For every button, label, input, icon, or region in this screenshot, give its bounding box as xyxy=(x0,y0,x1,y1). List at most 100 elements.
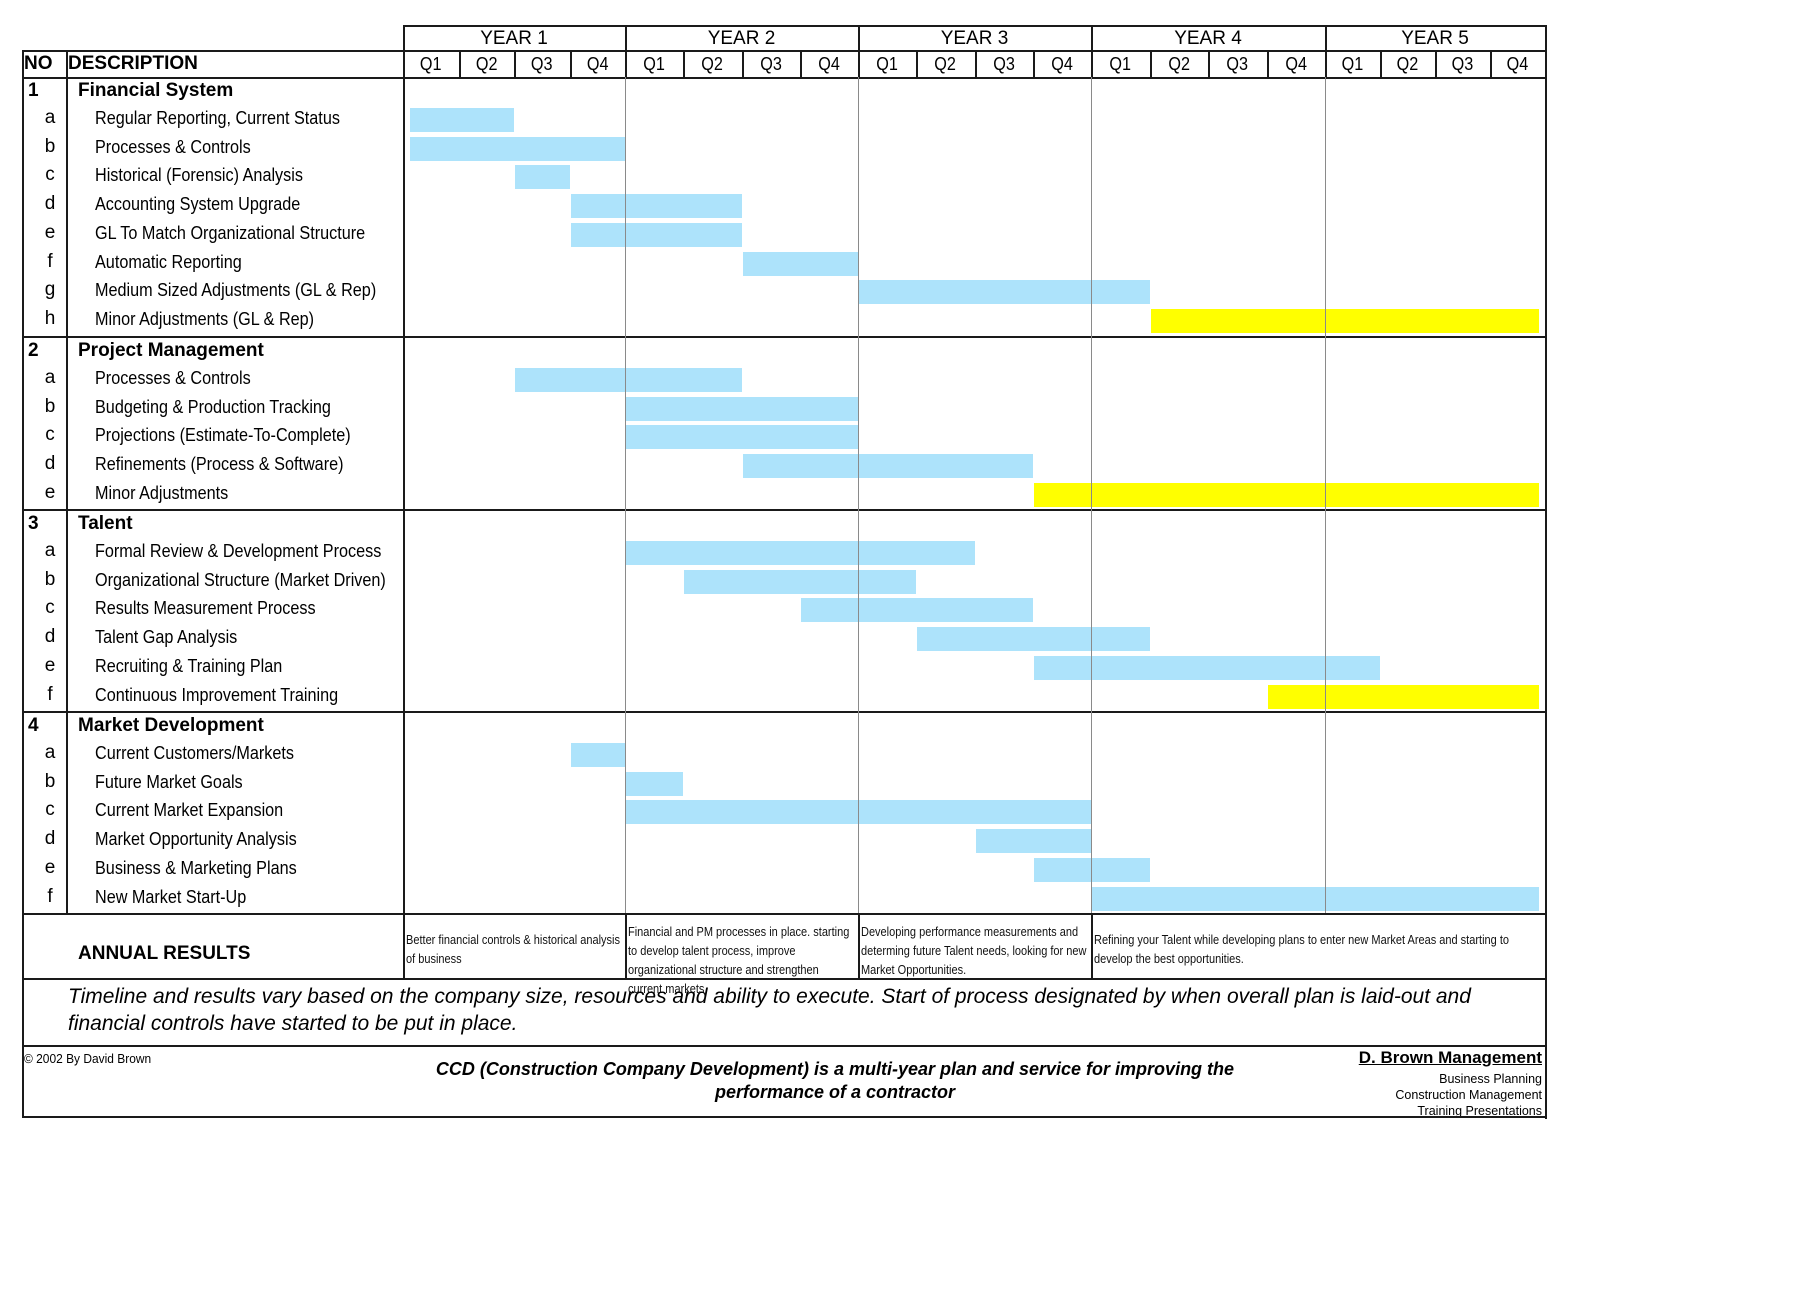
quarter-header: Q2 xyxy=(1167,54,1190,74)
year-header: YEAR 1 xyxy=(480,28,548,49)
quarter-header: Q1 xyxy=(643,54,665,74)
section-number: 4 xyxy=(28,715,39,736)
quarter-divider xyxy=(1032,50,1035,77)
quarter-divider xyxy=(974,50,977,77)
task-label: Current Customers/Markets xyxy=(95,743,294,763)
task-label: Medium Sized Adjustments (GL & Rep) xyxy=(95,280,377,301)
quarter-divider xyxy=(916,50,919,77)
task-label: Results Measurement Process xyxy=(95,598,316,619)
task-letter: h xyxy=(44,307,56,329)
task-label: Regular Reporting, Current Status xyxy=(95,108,340,128)
task-bar xyxy=(515,368,742,392)
task-bar xyxy=(570,743,625,767)
task-label: Market Opportunity Analysis xyxy=(95,829,297,850)
task-letter: a xyxy=(44,742,56,763)
task-label: Processes & Controls xyxy=(95,368,251,388)
task-label: Business & Marketing Plans xyxy=(95,857,297,878)
annual-result-text: Better financial controls & historical a… xyxy=(406,933,620,966)
year-header-divider xyxy=(858,25,860,77)
task-bar xyxy=(410,108,514,132)
task-letter: c xyxy=(45,424,55,446)
task-label: Historical (Forensic) Analysis xyxy=(95,165,303,186)
quarter-divider xyxy=(514,50,516,77)
quarter-header: Q4 xyxy=(818,54,840,74)
task-letter: d xyxy=(44,193,56,215)
year-header: YEAR 5 xyxy=(1401,28,1469,49)
quarter-divider xyxy=(458,50,461,77)
quarter-header: Q4 xyxy=(1051,54,1073,74)
annual-result-text: Developing performance measurements and … xyxy=(861,925,1087,977)
section-number: 3 xyxy=(28,513,39,534)
task-bar xyxy=(1267,684,1539,709)
task-letter: f xyxy=(47,683,53,705)
year-header: YEAR 4 xyxy=(1174,28,1242,49)
copyright-text: © 2002 By David Brown xyxy=(24,1051,152,1066)
frame-left xyxy=(22,50,24,1117)
task-label: Organizational Structure (Market Driven) xyxy=(95,569,386,590)
task-label: Refinements (Process & Software) xyxy=(95,454,344,475)
task-letter: b xyxy=(44,135,56,157)
task-letter: f xyxy=(47,885,53,907)
quarter-header: Q4 xyxy=(586,54,609,74)
task-bar xyxy=(626,425,858,450)
section-number: 1 xyxy=(28,80,39,101)
task-label: Minor Adjustments xyxy=(95,482,229,503)
task-bar xyxy=(917,627,1150,652)
task-label: Processes & Controls xyxy=(95,136,251,157)
task-letter: d xyxy=(44,828,56,850)
task-bar xyxy=(410,136,625,161)
quarter-divider xyxy=(1380,50,1382,77)
task-letter: d xyxy=(44,626,56,648)
quarter-divider xyxy=(683,50,686,77)
year-header: YEAR 2 xyxy=(707,28,776,49)
quarter-divider xyxy=(1435,50,1437,77)
task-bar xyxy=(570,222,742,247)
tagline-text: CCD (Construction Company Development) i… xyxy=(435,1059,1235,1102)
task-label: New Market Start-Up xyxy=(95,886,247,907)
timeline-note: Timeline and results vary based on the c… xyxy=(68,985,1471,1035)
task-bar xyxy=(626,771,684,796)
task-bar xyxy=(859,280,1150,305)
task-label: Current Market Expansion xyxy=(95,800,284,821)
annual-result-divider xyxy=(1091,913,1093,978)
quarter-header: Q4 xyxy=(1284,54,1307,74)
task-letter: a xyxy=(44,367,56,388)
task-letter: g xyxy=(44,279,56,301)
section-title: Talent xyxy=(78,513,133,534)
task-letter: f xyxy=(47,250,53,272)
note-bottom-border xyxy=(22,1045,1547,1047)
task-letter: e xyxy=(44,654,56,676)
annual-result-divider xyxy=(625,913,627,978)
task-label: Talent Gap Analysis xyxy=(95,627,238,648)
quarter-header: Q3 xyxy=(530,54,553,74)
task-label: Continuous Improvement Training xyxy=(95,684,339,705)
task-bar xyxy=(1033,482,1539,507)
quarter-header: Q1 xyxy=(876,54,898,74)
task-label: Automatic Reporting xyxy=(95,251,242,272)
task-label: Minor Adjustments (GL & Rep) xyxy=(95,308,315,329)
task-bar xyxy=(684,569,917,594)
task-bar xyxy=(626,541,975,565)
quarter-header: Q2 xyxy=(934,54,957,74)
task-letter: c xyxy=(45,597,55,619)
annual-result-divider xyxy=(858,913,860,978)
quarter-header: Q3 xyxy=(759,54,782,74)
task-bar xyxy=(1033,655,1380,680)
quarter-divider xyxy=(1208,50,1210,77)
annual-results-label: ANNUAL RESULTS xyxy=(78,943,251,964)
year-header-divider xyxy=(625,25,627,77)
year-gridline xyxy=(1091,77,1092,913)
annual-result-text: Refining your Talent while developing pl… xyxy=(1094,933,1509,966)
quarter-header: Q2 xyxy=(1396,54,1419,74)
quarter-divider xyxy=(741,50,744,77)
task-bar xyxy=(1150,308,1539,333)
task-bar xyxy=(1092,886,1539,911)
task-letter: b xyxy=(44,770,56,792)
task-label: Formal Review & Development Process xyxy=(95,541,382,561)
quarter-header: Q3 xyxy=(1451,54,1474,74)
brand-name: D. Brown Management xyxy=(1358,1048,1542,1067)
quarter-header: Q1 xyxy=(1341,54,1364,74)
section-divider xyxy=(22,509,1547,511)
year-header-divider xyxy=(1091,25,1093,77)
frame-bottom xyxy=(22,1116,1547,1118)
